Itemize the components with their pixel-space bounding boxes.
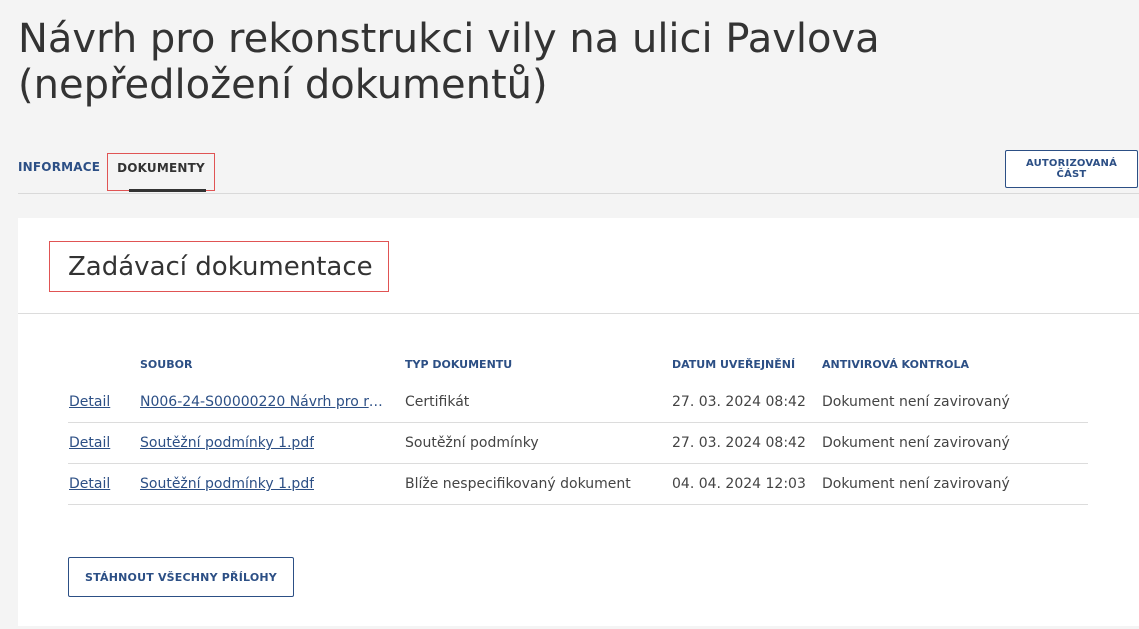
file-link[interactable]: Soutěžní podmínky 1.pdf <box>140 476 314 492</box>
antivirus-status: Dokument není zavirovaný <box>822 463 1088 505</box>
tab-bar: INFORMACE DOKUMENTY <box>18 148 1139 194</box>
header-antivirus: ANTIVIROVÁ KONTROLA <box>822 357 969 371</box>
header-type: TYP DOKUMENTU <box>405 357 513 371</box>
tab-dokumenty-label: DOKUMENTY <box>117 161 205 175</box>
detail-link[interactable]: Detail <box>69 394 110 410</box>
header-detail <box>68 346 140 382</box>
detail-link[interactable]: Detail <box>69 476 110 492</box>
file-link[interactable]: N006-24-S00000220 Návrh pro rekonstrukci <box>140 394 388 410</box>
publish-date: 04. 04. 2024 12:03 <box>672 463 822 505</box>
table-row: Detail N006-24-S00000220 Návrh pro rekon… <box>68 382 1088 423</box>
header-date: DATUM UVEŘEJNĚNÍ <box>672 357 796 371</box>
table-header-row: SOUBOR TYP DOKUMENTU DATUM UVEŘEJNĚNÍ AN… <box>68 346 1088 382</box>
documents-table: SOUBOR TYP DOKUMENTU DATUM UVEŘEJNĚNÍ AN… <box>68 346 1088 505</box>
documents-card: Zadávací dokumentace SOUBOR TYP DOKUMENT… <box>18 218 1139 626</box>
document-type: Certifikát <box>405 382 672 423</box>
authorized-section-button[interactable]: AUTORIZOVANÁ ČÁST <box>1005 150 1138 188</box>
tab-dokumenty[interactable]: DOKUMENTY <box>107 153 215 191</box>
antivirus-status: Dokument není zavirovaný <box>822 382 1088 423</box>
section-title: Zadávací dokumentace <box>49 241 389 292</box>
table-row: Detail Soutěžní podmínky 1.pdf Blíže nes… <box>68 463 1088 505</box>
header-file: SOUBOR <box>140 357 193 371</box>
publish-date: 27. 03. 2024 08:42 <box>672 422 822 464</box>
antivirus-status: Dokument není zavirovaný <box>822 422 1088 464</box>
detail-link[interactable]: Detail <box>69 435 110 451</box>
publish-date: 27. 03. 2024 08:42 <box>672 382 822 423</box>
card-header: Zadávací dokumentace <box>18 218 1139 314</box>
file-link[interactable]: Soutěžní podmínky 1.pdf <box>140 435 314 451</box>
tab-informace[interactable]: INFORMACE <box>18 145 100 188</box>
download-all-button[interactable]: STÁHNOUT VŠECHNY PŘÍLOHY <box>68 557 294 597</box>
page-title: Návrh pro rekonstrukci vily na ulici Pav… <box>18 16 880 108</box>
table-row: Detail Soutěžní podmínky 1.pdf Soutěžní … <box>68 422 1088 464</box>
document-type: Blíže nespecifikovaný dokument <box>405 463 672 505</box>
active-tab-indicator <box>129 189 206 192</box>
document-type: Soutěžní podmínky <box>405 422 672 464</box>
